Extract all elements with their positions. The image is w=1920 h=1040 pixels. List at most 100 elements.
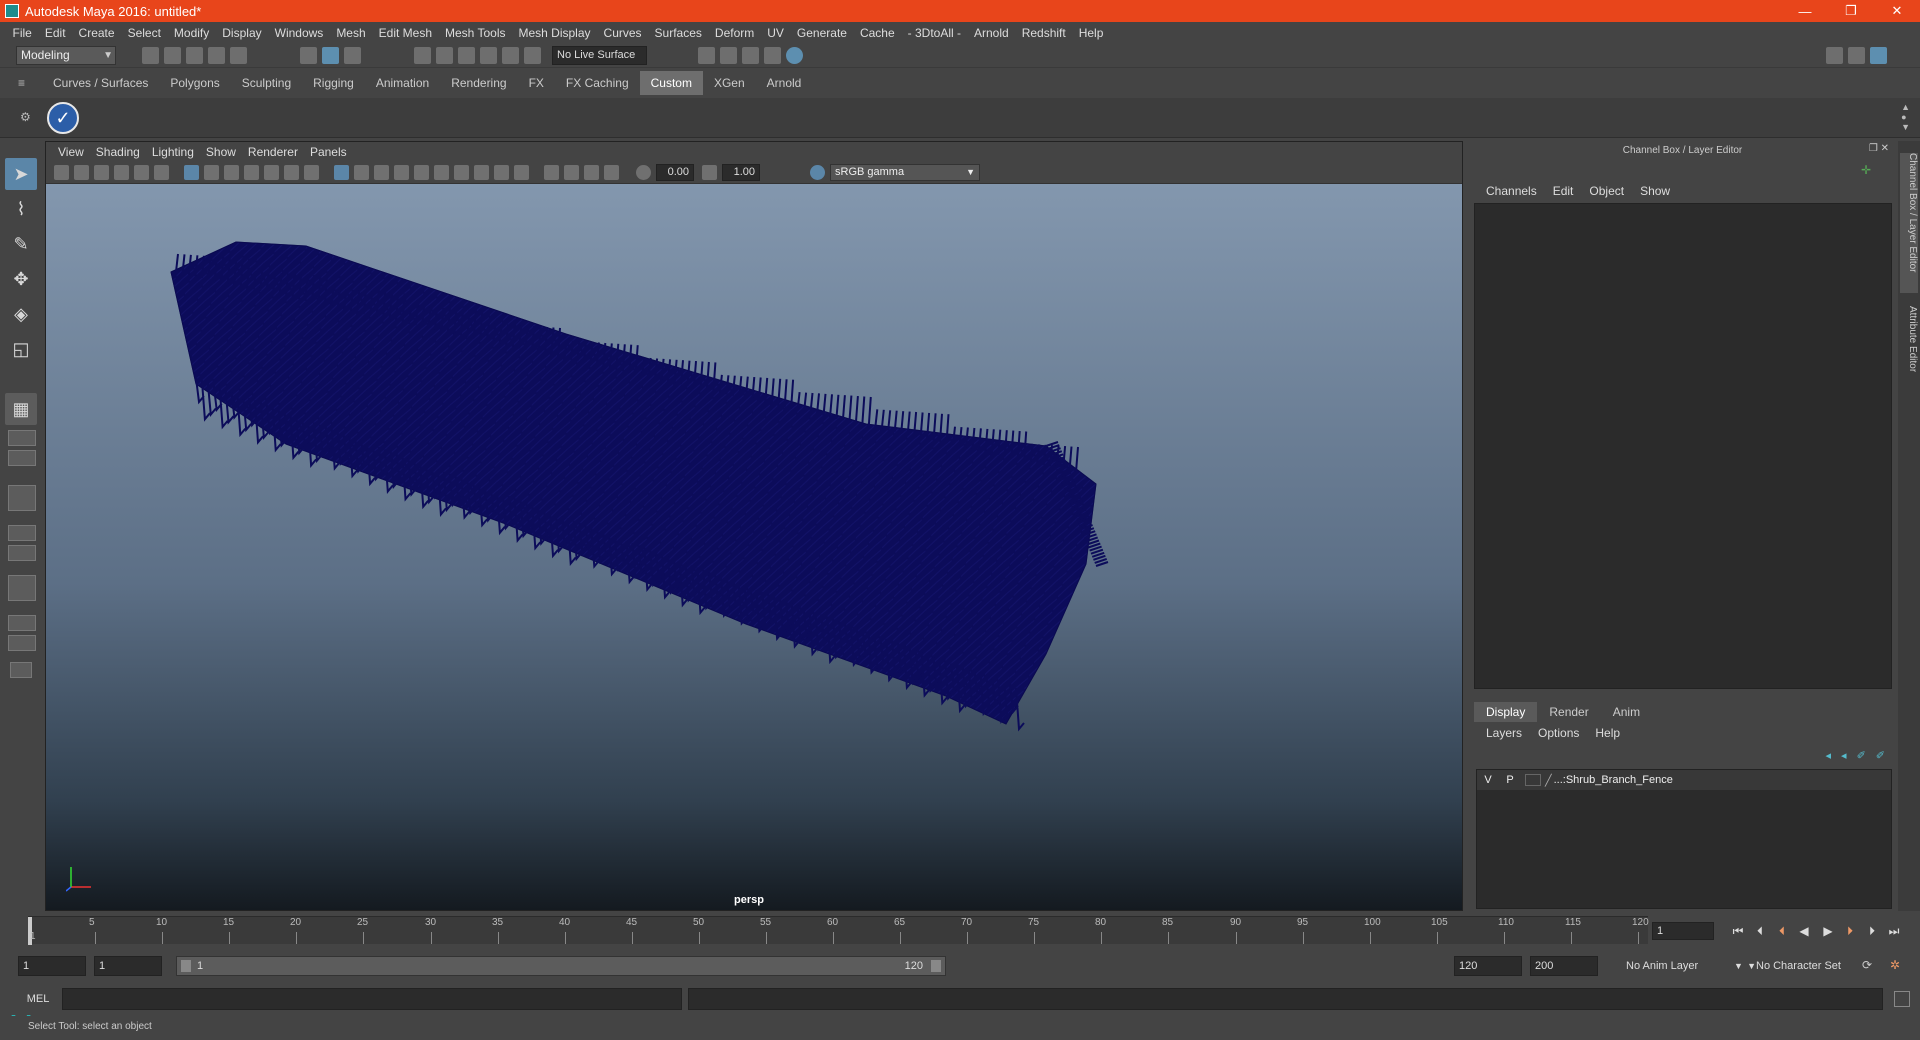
shadows-icon[interactable] — [434, 165, 449, 180]
shelf-tab-custom[interactable]: Custom — [639, 71, 703, 95]
select-tool-icon[interactable]: ➤ — [5, 158, 37, 190]
menu-mesh-display[interactable]: Mesh Display — [512, 26, 597, 40]
isolate-select-icon[interactable] — [544, 165, 559, 180]
cb-menu-show[interactable]: Show — [1632, 181, 1678, 201]
xray-joints-icon[interactable] — [584, 165, 599, 180]
snap-point-icon[interactable] — [458, 47, 475, 64]
shrub-branch-fence-mesh[interactable] — [46, 184, 1462, 910]
2d-pan-zoom-icon[interactable] — [134, 165, 149, 180]
depth-of-field-icon[interactable] — [514, 165, 529, 180]
menu-cache[interactable]: Cache — [853, 26, 901, 40]
single-view-layout-icon[interactable]: ▦ — [5, 393, 37, 425]
snap-plane-icon[interactable] — [480, 47, 497, 64]
side-tab-attribute-editor[interactable]: Attribute Editor — [1900, 306, 1918, 372]
scale-tool-icon[interactable]: ◱ — [5, 333, 37, 365]
menu-help[interactable]: Help — [1072, 26, 1110, 40]
shelf-tab-rigging[interactable]: Rigging — [302, 71, 365, 95]
xray-icon[interactable] — [564, 165, 579, 180]
bookmark-icon[interactable] — [94, 165, 109, 180]
textured-icon[interactable] — [394, 165, 409, 180]
anim-layer-select[interactable]: No Anim Layer ▼ — [1620, 956, 1756, 976]
save-scene-icon[interactable] — [186, 47, 203, 64]
viewport-menu-panels[interactable]: Panels — [304, 145, 353, 159]
rotate-tool-icon[interactable]: ◈ — [5, 298, 37, 330]
command-input[interactable] — [62, 988, 682, 1010]
render-settings-icon[interactable] — [764, 47, 781, 64]
go-to-start-icon[interactable]: ⏮ — [1730, 923, 1746, 939]
menu-select[interactable]: Select — [121, 26, 167, 40]
open-scene-icon[interactable] — [164, 47, 181, 64]
layer-menu-layers[interactable]: Layers — [1478, 723, 1530, 743]
side-by-side-layout-icon[interactable] — [8, 450, 36, 466]
float-close-icon[interactable]: ❐ ✕ — [1869, 143, 1889, 154]
close-button[interactable]: ✕ — [1874, 0, 1920, 22]
menu-set-selector[interactable]: Modeling ▼ — [16, 46, 116, 65]
minimize-button[interactable]: — — [1782, 0, 1828, 22]
layer-tab-display[interactable]: Display — [1474, 702, 1538, 722]
gamma-field[interactable]: 1.00 — [722, 164, 760, 181]
menu-mesh-tools[interactable]: Mesh Tools — [439, 26, 512, 40]
layer-tab-render[interactable]: Render — [1537, 702, 1600, 722]
lasso-tool-icon[interactable]: ⌇ — [5, 193, 37, 225]
3d-scene-view[interactable]: persp — [46, 184, 1462, 910]
time-slider-track[interactable]: 5 10 15 20 25 30 35 40 45 50 55 60 65 70 75 80 85 90 95 100… — [28, 916, 1649, 945]
shelf-settings-icon[interactable]: ⚙ — [20, 110, 31, 124]
paint-select-icon[interactable]: ✎ — [5, 228, 37, 260]
menu-modify[interactable]: Modify — [167, 26, 215, 40]
shelf-tab-sculpting[interactable]: Sculpting — [231, 71, 302, 95]
shelf-tab-fx-caching[interactable]: FX Caching — [555, 71, 640, 95]
move-layer-down-icon[interactable]: ◂ — [1841, 749, 1847, 762]
custom-layout-icon[interactable] — [10, 662, 32, 678]
select-component-icon[interactable] — [344, 47, 361, 64]
camera-select-icon[interactable] — [54, 165, 69, 180]
viewport-menu-view[interactable]: View — [52, 145, 90, 159]
cb-menu-object[interactable]: Object — [1581, 181, 1632, 201]
toggle-layout-icon[interactable] — [1848, 47, 1865, 64]
move-layer-up-icon[interactable]: ◂ — [1826, 749, 1832, 762]
shelf-menu-icon[interactable]: ≡ — [18, 76, 25, 90]
restore-button[interactable]: ❐ — [1828, 0, 1874, 22]
layer-menu-help[interactable]: Help — [1587, 723, 1628, 743]
persp-outliner-layout-icon[interactable] — [8, 485, 36, 511]
layer-menu-options[interactable]: Options — [1530, 723, 1587, 743]
redo-icon[interactable] — [230, 47, 247, 64]
workspace-icon[interactable] — [1826, 47, 1843, 64]
resolution-gate-icon[interactable] — [224, 165, 239, 180]
menu-edit-mesh[interactable]: Edit Mesh — [372, 26, 438, 40]
new-scene-icon[interactable] — [142, 47, 159, 64]
snap-surface-icon[interactable] — [502, 47, 519, 64]
play-backward-icon[interactable]: ◀ — [1796, 923, 1812, 939]
hypershade-icon[interactable] — [786, 47, 803, 64]
menu-surfaces[interactable]: Surfaces — [648, 26, 708, 40]
manipulator-icon[interactable]: ✛ — [1861, 163, 1875, 177]
new-layer-icon[interactable]: ✐ — [1857, 749, 1866, 762]
viewport-menu-show[interactable]: Show — [200, 145, 242, 159]
shelf-tab-polygons[interactable]: Polygons — [159, 71, 230, 95]
playback-start-field[interactable]: 1 — [94, 956, 162, 976]
select-object-icon[interactable] — [322, 47, 339, 64]
persp-graph-layout-icon[interactable] — [8, 525, 36, 541]
cb-menu-edit[interactable]: Edit — [1545, 181, 1582, 201]
xray-components-icon[interactable] — [604, 165, 619, 180]
four-view-layout-icon[interactable] — [8, 430, 36, 446]
menu-generate[interactable]: Generate — [790, 26, 853, 40]
anim-prefs-icon[interactable]: ✲ — [1890, 958, 1900, 972]
layer-row[interactable]: V P ╱ ...:Shrub_Branch_Fence — [1477, 770, 1891, 790]
viewport-menu-renderer[interactable]: Renderer — [242, 145, 304, 159]
menu-mesh[interactable]: Mesh — [330, 26, 372, 40]
shelf-tab-xgen[interactable]: XGen — [703, 71, 756, 95]
default-material-icon[interactable] — [374, 165, 389, 180]
shelf-tab-rendering[interactable]: Rendering — [440, 71, 517, 95]
menu-curves[interactable]: Curves — [597, 26, 648, 40]
shelf-tab-arnold[interactable]: Arnold — [756, 71, 813, 95]
smooth-shade-icon[interactable] — [354, 165, 369, 180]
select-hierarchy-icon[interactable] — [300, 47, 317, 64]
side-tab-channel-box[interactable]: Channel Box / Layer Editor — [1900, 153, 1918, 293]
layer-playback-toggle[interactable]: P — [1499, 774, 1521, 786]
field-chart-icon[interactable] — [264, 165, 279, 180]
range-start-handle[interactable] — [181, 960, 191, 972]
layer-tab-anim[interactable]: Anim — [1601, 702, 1652, 722]
grid-toggle-icon[interactable] — [184, 165, 199, 180]
shelf-tab-fx[interactable]: FX — [518, 71, 555, 95]
character-set-select[interactable]: No Character Set ▼ — [1734, 956, 1880, 976]
